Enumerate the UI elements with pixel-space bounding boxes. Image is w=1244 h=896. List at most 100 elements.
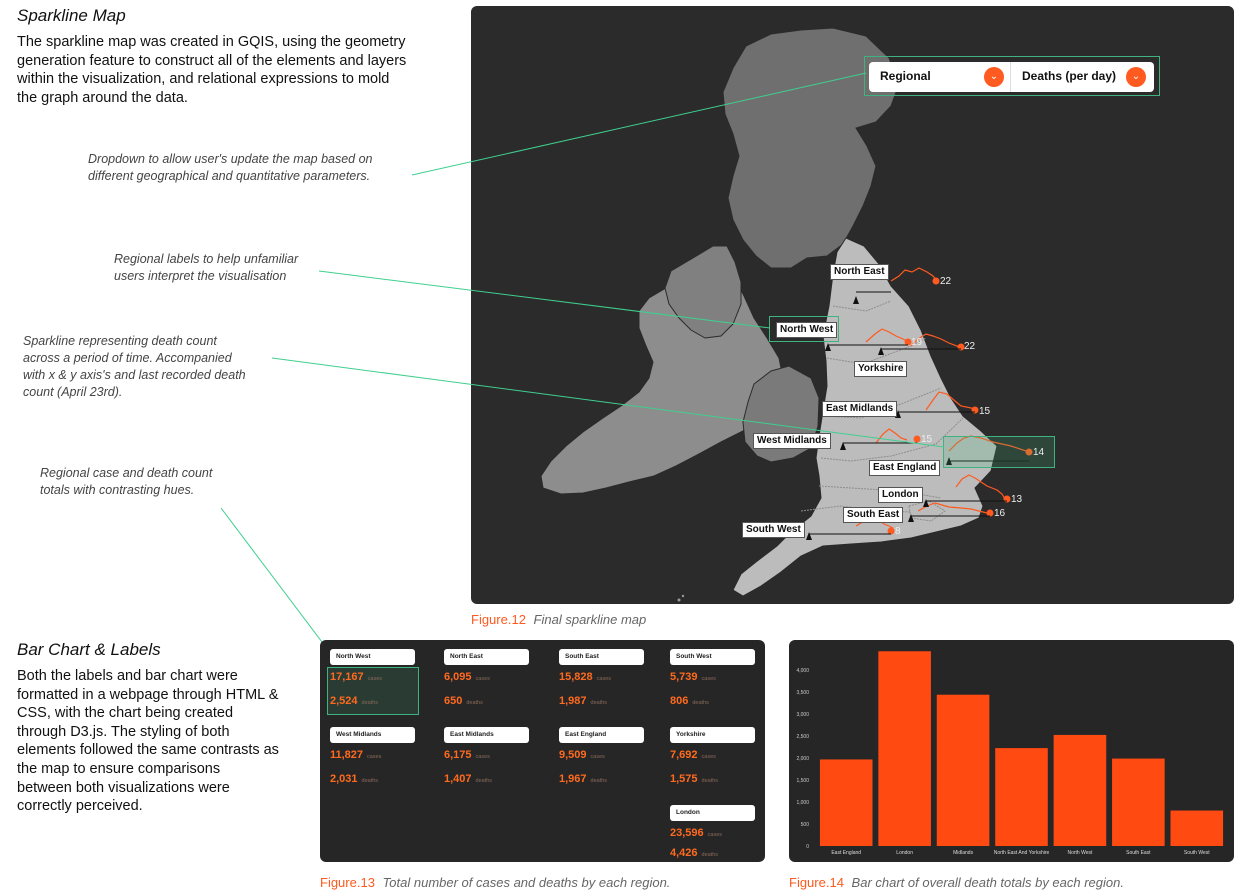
card-cases: 17,167 cases	[330, 671, 382, 683]
paragraph-line: generation feature to construct all of t…	[17, 52, 407, 69]
note-line: totals with contrasting hues.	[40, 483, 195, 497]
figure-14-caption: Figure.14 Bar chart of overall death tot…	[789, 875, 1124, 890]
map-value-yorkshire: 22	[964, 341, 976, 352]
cases-value: 17,167	[330, 671, 364, 683]
card-cases: 23,596 cases	[670, 827, 722, 839]
card-name-yorkshire: Yorkshire	[670, 727, 755, 743]
map-value-north-west: 19	[911, 337, 923, 348]
cases-unit: cases	[475, 754, 490, 760]
cases-value: 15,828	[559, 671, 593, 683]
card-cases: 5,739 cases	[670, 671, 716, 683]
cases-value: 6,175	[444, 749, 472, 761]
paragraph-line: between both visualizations were	[17, 779, 230, 796]
y-tick-label: 500	[801, 822, 810, 828]
card-cases: 7,692 cases	[670, 749, 716, 761]
chevron-down-icon[interactable]: ⌄	[984, 67, 1004, 87]
x-tick-label: South West	[1184, 850, 1210, 856]
map-value-east-midlands: 15	[979, 406, 991, 417]
bar	[1053, 734, 1107, 846]
card-deaths: 4,426 deaths	[670, 847, 718, 859]
deaths-unit: deaths	[590, 778, 608, 784]
cases-unit: cases	[367, 754, 382, 760]
cases-unit: cases	[701, 676, 716, 682]
paragraph-line: correctly perceived.	[17, 798, 143, 815]
cases-value: 9,509	[559, 749, 587, 761]
deaths-value: 1,987	[559, 695, 587, 707]
card-name-london: London	[670, 805, 755, 821]
note-line: Dropdown to allow user's update the map …	[88, 152, 373, 166]
card-name-east-england: East England	[559, 727, 644, 743]
sparkline-map-paragraph: The sparkline map was created in GQIS, u…	[17, 33, 447, 107]
chevron-down-icon[interactable]: ⌄	[1126, 67, 1146, 87]
card-name-north-west: North West	[330, 649, 415, 665]
map-value-south-west: 8	[895, 526, 901, 537]
figure-text: Final sparkline map	[533, 612, 647, 627]
deaths-unit: deaths	[701, 778, 719, 784]
deaths-value: 2,524	[330, 695, 358, 707]
figure-text: Total number of cases and deaths by each…	[382, 875, 671, 890]
card-deaths: 806 deaths	[670, 695, 709, 707]
cases-unit: cases	[707, 832, 723, 838]
paragraph-line: through D3.js. The styling of both	[17, 723, 230, 740]
figure-number: Figure.12	[471, 612, 526, 627]
cases-unit: cases	[590, 754, 605, 760]
card-name-south-east: South East	[559, 649, 644, 665]
y-tick-label: 2,500	[796, 734, 809, 740]
y-tick-label: 3,500	[796, 690, 809, 696]
metric-dropdown[interactable]: Deaths (per day) ⌄	[1010, 62, 1154, 92]
figure-number: Figure.13	[320, 875, 375, 890]
note-line: across a period of time. Accompanied	[23, 351, 232, 365]
paragraph-line: within the visualization, and relational…	[17, 71, 390, 88]
cases-value: 5,739	[670, 671, 698, 683]
deaths-unit: deaths	[692, 700, 709, 706]
card-deaths: 1,967 deaths	[559, 773, 607, 785]
cases-unit: cases	[475, 676, 490, 682]
cases-unit: cases	[596, 676, 612, 682]
cases-unit: cases	[367, 676, 383, 682]
map-label-yorkshire: Yorkshire	[854, 361, 908, 377]
map-label-north-east: North East	[830, 264, 889, 280]
map-label-south-west: South West	[742, 522, 805, 538]
bar-chart-svg: 0 500 1,000 1,500 2,000 2,500 3,000 3,500 4,000 E…	[796, 651, 1224, 856]
cases-unit: cases	[701, 754, 716, 760]
deaths-unit: deaths	[466, 700, 483, 706]
card-name-south-west: South West	[670, 649, 755, 665]
region-dropdown[interactable]: Regional ⌄	[869, 62, 1010, 92]
cases-value: 11,827	[330, 749, 364, 761]
bar	[1170, 810, 1224, 846]
paragraph-line: the graph around the data.	[17, 89, 188, 106]
card-name-east-midlands: East Midlands	[444, 727, 529, 743]
figure-text: Bar chart of overall death totals by eac…	[851, 875, 1124, 890]
map-label-east-england: East England	[869, 460, 941, 476]
paragraph-line: elements followed the same contrasts as	[17, 742, 279, 759]
paragraph-line: formatted in a webpage through HTML &	[17, 686, 279, 703]
labels-annotation: Regional labels to help unfamiliar users…	[114, 251, 298, 285]
sparkline-map-heading: Sparkline Map	[17, 6, 126, 25]
note-line: Regional labels to help unfamiliar	[114, 252, 299, 266]
map-value-east-england: 14	[1033, 447, 1045, 458]
card-cases: 11,827 cases	[330, 749, 381, 761]
death-totals-bar-chart: 0 500 1,000 1,500 2,000 2,500 3,000 3,500 4,000 E…	[789, 640, 1234, 862]
deaths-unit: deaths	[475, 778, 493, 784]
dropdown-annotation: Dropdown to allow user's update the map …	[88, 151, 373, 185]
card-deaths: 1,575 deaths	[670, 773, 718, 785]
sparkline-annotation: Sparkline representing death count acros…	[23, 333, 246, 401]
card-deaths: 1,987 deaths	[559, 695, 607, 707]
deaths-unit: deaths	[361, 700, 379, 706]
y-tick-label: 1,000	[796, 800, 809, 806]
card-deaths: 1,407 deaths	[444, 773, 492, 785]
dropdown-highlight-box: Regional ⌄ Deaths (per day) ⌄	[864, 56, 1160, 96]
bar	[1112, 758, 1165, 846]
totals-annotation: Regional case and death count totals wit…	[40, 465, 212, 499]
x-tick-label: East England	[831, 850, 861, 856]
note-line: users interpret the visualisation	[114, 269, 287, 283]
deaths-unit: deaths	[361, 778, 379, 784]
map-value-south-east: 16	[994, 508, 1006, 519]
deaths-unit: deaths	[590, 700, 608, 706]
map-label-south-east: South East	[843, 507, 904, 523]
deaths-value: 2,031	[330, 773, 358, 785]
figure-12-caption: Figure.12 Final sparkline map	[471, 612, 646, 627]
y-tick-label: 1,500	[796, 778, 809, 784]
note-line: Regional case and death count	[40, 466, 213, 480]
deaths-value: 806	[670, 695, 689, 707]
